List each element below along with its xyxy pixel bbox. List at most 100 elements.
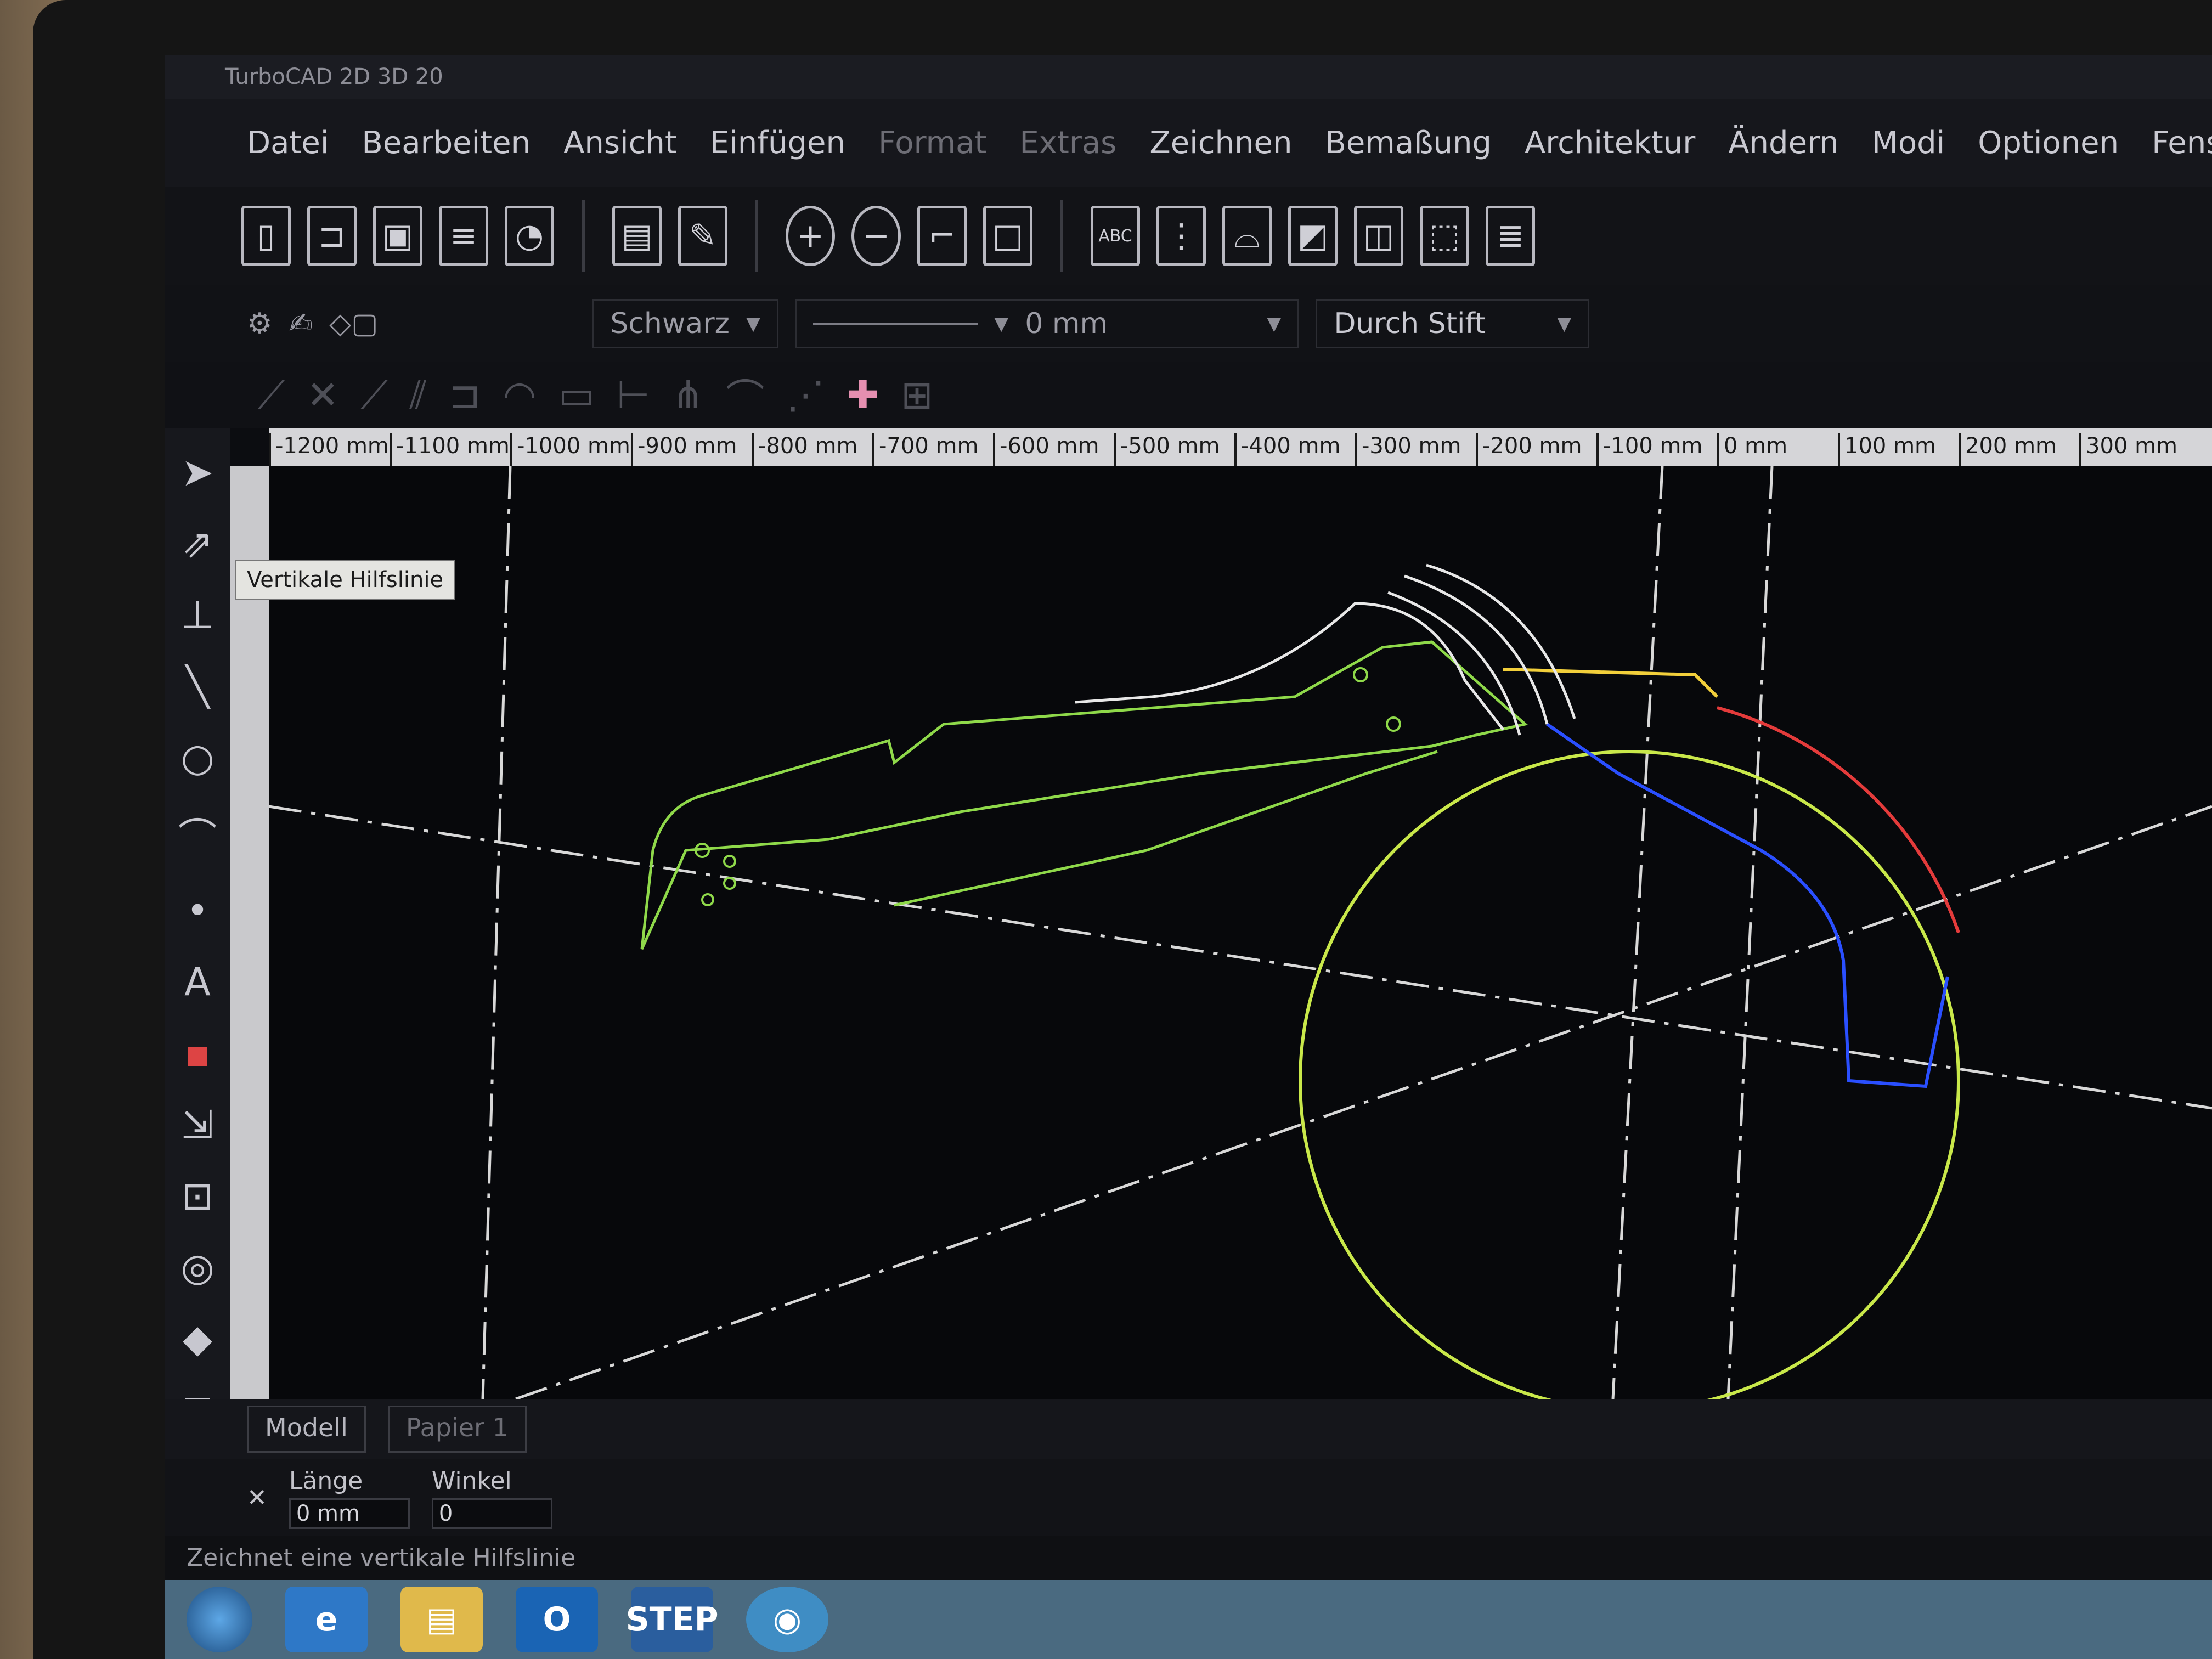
- layer-icon[interactable]: ◩: [1288, 206, 1338, 266]
- menu-item[interactable]: Fenster: [2152, 125, 2212, 161]
- ruler-tick-label: 300 mm: [2079, 433, 2200, 466]
- snap-icon[interactable]: ✕: [307, 373, 339, 417]
- close-icon[interactable]: ✕: [247, 1484, 267, 1512]
- horizontal-guide-line: [268, 805, 2212, 1110]
- snap-icon[interactable]: ⊢: [617, 373, 650, 417]
- color-tool-icon[interactable]: ▪: [184, 1031, 210, 1076]
- menu-item[interactable]: Ansicht: [563, 125, 677, 161]
- eraser-tool-icon[interactable]: ◆: [183, 1316, 212, 1361]
- angle-field-group: Winkel: [431, 1467, 552, 1529]
- settings-gear-icon[interactable]: ⚙: [247, 307, 273, 340]
- menu-item[interactable]: Einfügen: [710, 125, 845, 161]
- menu-item[interactable]: Extras: [1019, 125, 1116, 161]
- snap-center-icon[interactable]: ✚: [847, 373, 879, 417]
- brush-icon[interactable]: ✎: [678, 206, 727, 266]
- measure-tool-icon[interactable]: ⇲: [182, 1102, 214, 1147]
- outlook-icon[interactable]: O: [516, 1587, 598, 1652]
- color-dropdown[interactable]: Schwarz ▼: [592, 299, 779, 348]
- chevron-down-icon: ▼: [746, 313, 761, 335]
- toolbar-separator: [755, 200, 758, 272]
- angle-input[interactable]: [431, 1498, 552, 1529]
- zoom-in-icon[interactable]: +: [786, 206, 835, 266]
- ruler-tick-label: -1000 mm: [510, 433, 631, 466]
- line-width-dropdown[interactable]: ▼ 0 mm ▼: [795, 299, 1300, 348]
- line-style-preview: [813, 323, 978, 325]
- line-tool-icon[interactable]: ╲: [186, 664, 209, 709]
- menu-item[interactable]: Optionen: [1978, 125, 2119, 161]
- ruler-tick-label: -400 mm: [1234, 433, 1355, 466]
- paste-icon[interactable]: ▤: [612, 206, 662, 266]
- snap-icon[interactable]: ▭: [558, 373, 595, 417]
- hole-circle: [723, 855, 736, 868]
- spell-check-icon[interactable]: ABC: [1091, 206, 1140, 266]
- snap-icon[interactable]: ⊞: [901, 373, 933, 417]
- snap-icon[interactable]: ⟋: [361, 373, 388, 418]
- tab-paper[interactable]: Papier 1: [387, 1406, 527, 1453]
- horizontal-ruler: -1200 mm -1100 mm -1000 mm -900 mm -800 mm -7…: [269, 428, 2212, 466]
- insert-tool-icon[interactable]: ⊡: [182, 1173, 214, 1218]
- zoom-out-icon[interactable]: −: [851, 206, 901, 266]
- file-explorer-icon[interactable]: ▤: [400, 1587, 483, 1652]
- start-button[interactable]: [187, 1587, 252, 1652]
- mouse-icon[interactable]: ⌓: [1222, 206, 1272, 266]
- zoom-window-icon[interactable]: ⌐: [917, 206, 967, 266]
- length-input[interactable]: [289, 1498, 410, 1529]
- ruler-tick-label: -700 mm: [872, 433, 993, 466]
- grid-icon[interactable]: ⋮: [1156, 206, 1206, 266]
- ruler-tick-label: -1200 mm: [269, 433, 390, 466]
- windows-taskbar: e ▤ O STEP ◉: [165, 1580, 2212, 1659]
- menu-item[interactable]: Modi: [1872, 125, 1945, 161]
- zoom-extents-icon[interactable]: □: [983, 206, 1032, 266]
- tab-model[interactable]: Modell: [247, 1406, 366, 1453]
- yellow-segment: [1503, 668, 1719, 698]
- workplane-icon[interactable]: ◫: [1354, 206, 1403, 266]
- toolbar-separator: [582, 200, 585, 272]
- snap-toolbar: ⟋ ✕ ⟋ ⫽ ⊐ ◠ ▭ ⊢ ⋔ ⌒ ⋰ ✚ ⊞: [165, 362, 2212, 428]
- screen: TurboCAD 2D 3D 20 Datei Bearbeiten Ansicht…: [165, 55, 2212, 1659]
- ruler-tick-label: 0 mm: [1717, 433, 1838, 466]
- menu-item[interactable]: Ändern: [1728, 125, 1838, 161]
- snap-icon[interactable]: ⊐: [449, 373, 481, 417]
- snap-icon[interactable]: ⟋: [258, 373, 285, 418]
- menu-item[interactable]: Datei: [247, 125, 329, 161]
- layers-stack-icon[interactable]: ≣: [1486, 206, 1535, 266]
- red-arc: [1717, 706, 1960, 933]
- shape-icon[interactable]: ◇▢: [329, 307, 378, 340]
- internet-explorer-icon[interactable]: e: [285, 1587, 368, 1652]
- snap-icon[interactable]: ⋰: [786, 373, 825, 417]
- length-field-group: Länge: [289, 1467, 410, 1529]
- node-edit-icon[interactable]: ⇗: [182, 521, 214, 566]
- pen-icon[interactable]: ✍: [289, 307, 313, 340]
- save-icon[interactable]: ▣: [373, 206, 422, 266]
- ruler-tick-label: 100 mm: [1838, 433, 1959, 466]
- select-arrow-icon[interactable]: ➤: [182, 450, 214, 495]
- menu-item[interactable]: Format: [878, 125, 986, 161]
- open-folder-icon[interactable]: ⊐: [307, 206, 357, 266]
- ruler-tick-label: -500 mm: [1114, 433, 1234, 466]
- menu-item[interactable]: Architektur: [1525, 125, 1695, 161]
- menu-item[interactable]: Bearbeiten: [362, 125, 531, 161]
- snap-icon[interactable]: ⋔: [672, 373, 704, 417]
- cube-icon[interactable]: ⬚: [1420, 206, 1469, 266]
- snap-icon[interactable]: ⌒: [726, 368, 764, 423]
- print-icon[interactable]: ≡: [439, 206, 488, 266]
- menu-bar: Datei Bearbeiten Ansicht Einfügen Format Extr…: [165, 99, 2212, 187]
- status-text: Zeichnet eine vertikale Hilfslinie: [187, 1544, 576, 1572]
- new-file-icon[interactable]: ▯: [241, 206, 291, 266]
- circle-tool-icon[interactable]: ○: [180, 735, 214, 780]
- snap-icon[interactable]: ⫽: [410, 373, 427, 418]
- step-app-icon[interactable]: STEP: [625, 1587, 719, 1652]
- arc-tool-icon[interactable]: ⌒: [178, 806, 217, 862]
- print-preview-icon[interactable]: ◔: [505, 206, 554, 266]
- ruler-tick-label: -900 mm: [631, 433, 752, 466]
- guide-line-icon[interactable]: ⊥: [181, 592, 215, 637]
- pen-mode-dropdown[interactable]: Durch Stift ▼: [1316, 299, 1590, 348]
- drawing-canvas[interactable]: [268, 466, 2212, 1412]
- point-tool-icon[interactable]: •: [186, 888, 208, 933]
- app-icon[interactable]: ◉: [746, 1587, 828, 1652]
- menu-item[interactable]: Zeichnen: [1149, 125, 1292, 161]
- menu-item[interactable]: Bemaßung: [1325, 125, 1492, 161]
- target-tool-icon[interactable]: ◎: [180, 1245, 214, 1290]
- text-tool-icon[interactable]: A: [184, 960, 211, 1005]
- snap-icon[interactable]: ◠: [503, 373, 537, 417]
